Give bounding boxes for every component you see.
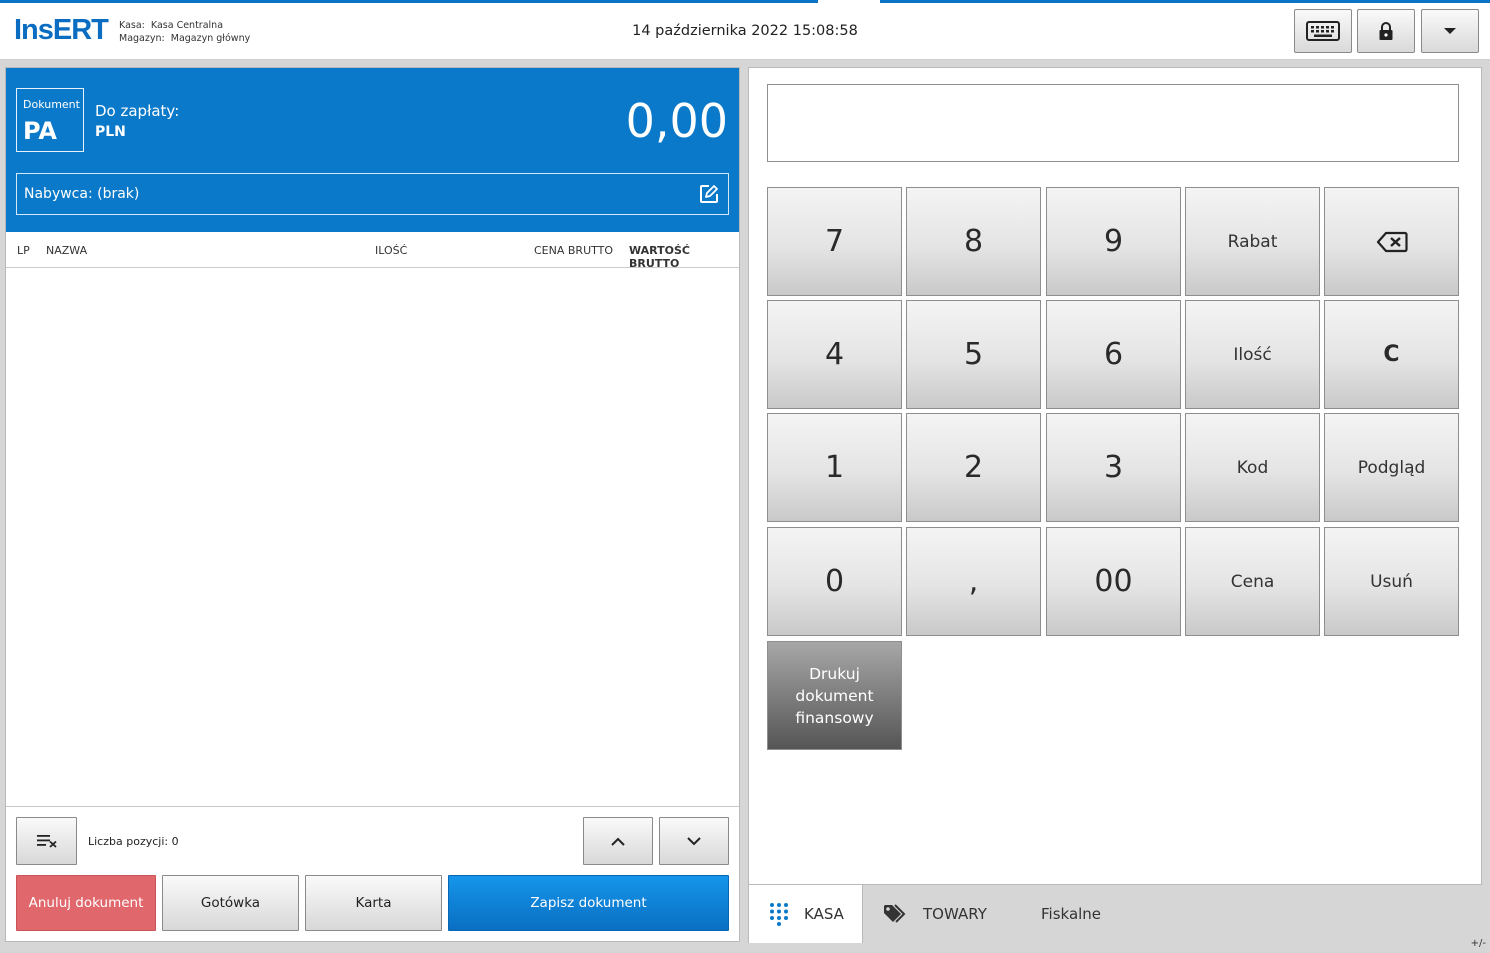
- tab-kasa-label: KASA: [804, 905, 844, 923]
- chevron-down-icon: [687, 836, 701, 845]
- backspace-button[interactable]: [1324, 187, 1459, 296]
- to-pay-label: Do zapłaty:: [95, 102, 180, 120]
- kasa-info: Kasa: Kasa Centralna Magazyn: Magazyn gł…: [119, 19, 250, 45]
- delete-button[interactable]: Usuń: [1324, 527, 1459, 636]
- clear-list-icon: [36, 835, 57, 848]
- lock-button[interactable]: [1357, 9, 1415, 53]
- positions-count: Liczba pozycji: 0: [88, 835, 179, 848]
- print-label-line1: Drukuj dokument: [795, 664, 874, 705]
- kasa-value: Kasa Centralna: [150, 20, 224, 31]
- col-lp: LP: [17, 244, 30, 257]
- key-6[interactable]: 6: [1046, 300, 1181, 409]
- key-3[interactable]: 3: [1046, 413, 1181, 522]
- items-list[interactable]: [6, 268, 739, 806]
- current-datetime: 14 października 2022 15:08:58: [632, 23, 858, 39]
- quantity-button[interactable]: Ilość: [1185, 300, 1320, 409]
- tab-kasa[interactable]: KASA: [748, 885, 863, 943]
- tags-icon: [884, 904, 906, 923]
- magazyn-label: Magazyn:: [119, 33, 165, 44]
- lock-icon: [1379, 22, 1393, 40]
- currency-label: PLN: [95, 124, 126, 140]
- top-bar: InsERT Kasa: Kasa Centralna Magazyn: Mag…: [0, 0, 1490, 60]
- keyboard-button[interactable]: [1294, 9, 1352, 53]
- key-7[interactable]: 7: [767, 187, 902, 296]
- keyboard-icon: [1306, 21, 1340, 41]
- cancel-document-button[interactable]: Anuluj dokument: [16, 875, 156, 931]
- total-amount: 0,00: [625, 94, 728, 148]
- buyer-field[interactable]: Nabywca: (brak): [16, 173, 729, 215]
- key-00[interactable]: 00: [1046, 527, 1181, 636]
- document-panel: Dokument PA Do zapłaty: PLN 0,00 Nabywca…: [5, 67, 740, 942]
- chevron-up-icon: [611, 837, 625, 846]
- backspace-icon: [1376, 231, 1408, 252]
- key-8[interactable]: 8: [906, 187, 1041, 296]
- chevron-down-icon: [1444, 28, 1456, 34]
- insert-logo: InsERT: [14, 14, 109, 46]
- key-4[interactable]: 4: [767, 300, 902, 409]
- keypad-panel: 7 8 9 Rabat 4 5 6 Ilość C 1 2 3 Kod Podg…: [748, 67, 1482, 885]
- col-ilosc: ILOŚĆ: [375, 244, 408, 257]
- col-cena-brutto: CENA BRUTTO: [534, 244, 614, 257]
- discount-button[interactable]: Rabat: [1185, 187, 1320, 296]
- key-5[interactable]: 5: [906, 300, 1041, 409]
- key-comma[interactable]: ,: [906, 527, 1041, 636]
- key-1[interactable]: 1: [767, 413, 902, 522]
- card-button[interactable]: Karta: [305, 875, 442, 931]
- scroll-down-button[interactable]: [659, 817, 729, 865]
- buyer-label: Nabywca: (brak): [24, 186, 140, 202]
- document-type: PA: [23, 117, 57, 145]
- kasa-label: Kasa:: [119, 20, 145, 31]
- code-button[interactable]: Kod: [1185, 413, 1320, 522]
- tab-towary[interactable]: TOWARY: [863, 885, 1013, 943]
- col-nazwa: NAZWA: [46, 244, 88, 257]
- preview-button[interactable]: Podgląd: [1324, 413, 1459, 522]
- divider: [6, 806, 739, 807]
- clear-button[interactable]: C: [1324, 300, 1459, 409]
- bottom-tabs: KASA TOWARY Fiskalne +/-: [748, 885, 1490, 953]
- print-label-line2: finansowy: [795, 708, 874, 727]
- price-button[interactable]: Cena: [1185, 527, 1320, 636]
- cash-button[interactable]: Gotówka: [162, 875, 299, 931]
- tab-fiskalne-label: Fiskalne: [1041, 905, 1102, 923]
- save-document-button[interactable]: Zapisz dokument: [448, 875, 729, 931]
- keypad-display[interactable]: [767, 84, 1459, 162]
- print-financial-document-button[interactable]: Drukuj dokument finansowy: [767, 641, 902, 750]
- top-accent-line: [0, 0, 818, 3]
- document-label: Dokument: [23, 98, 80, 111]
- tab-towary-label: TOWARY: [923, 905, 987, 923]
- magazyn-value: Magazyn główny: [170, 33, 251, 44]
- table-header: LP NAZWA ILOŚĆ CENA BRUTTO WARTOŚĆ BRUTT…: [6, 232, 739, 270]
- keypad-grid-icon: [770, 903, 788, 926]
- edit-icon[interactable]: [699, 184, 719, 204]
- plus-minus-toggle[interactable]: +/-: [1471, 938, 1486, 949]
- key-0[interactable]: 0: [767, 527, 902, 636]
- scroll-up-button[interactable]: [583, 817, 653, 865]
- clear-list-button[interactable]: [16, 817, 77, 865]
- top-accent-line-right: [880, 0, 1490, 3]
- document-summary: Dokument PA Do zapłaty: PLN 0,00 Nabywca…: [6, 68, 739, 232]
- document-type-button[interactable]: Dokument PA: [16, 88, 84, 152]
- col-wartosc-brutto: WARTOŚĆ BRUTTO: [629, 244, 690, 270]
- key-2[interactable]: 2: [906, 413, 1041, 522]
- menu-dropdown-button[interactable]: [1421, 9, 1479, 53]
- tab-fiskalne[interactable]: Fiskalne: [1013, 885, 1133, 943]
- key-9[interactable]: 9: [1046, 187, 1181, 296]
